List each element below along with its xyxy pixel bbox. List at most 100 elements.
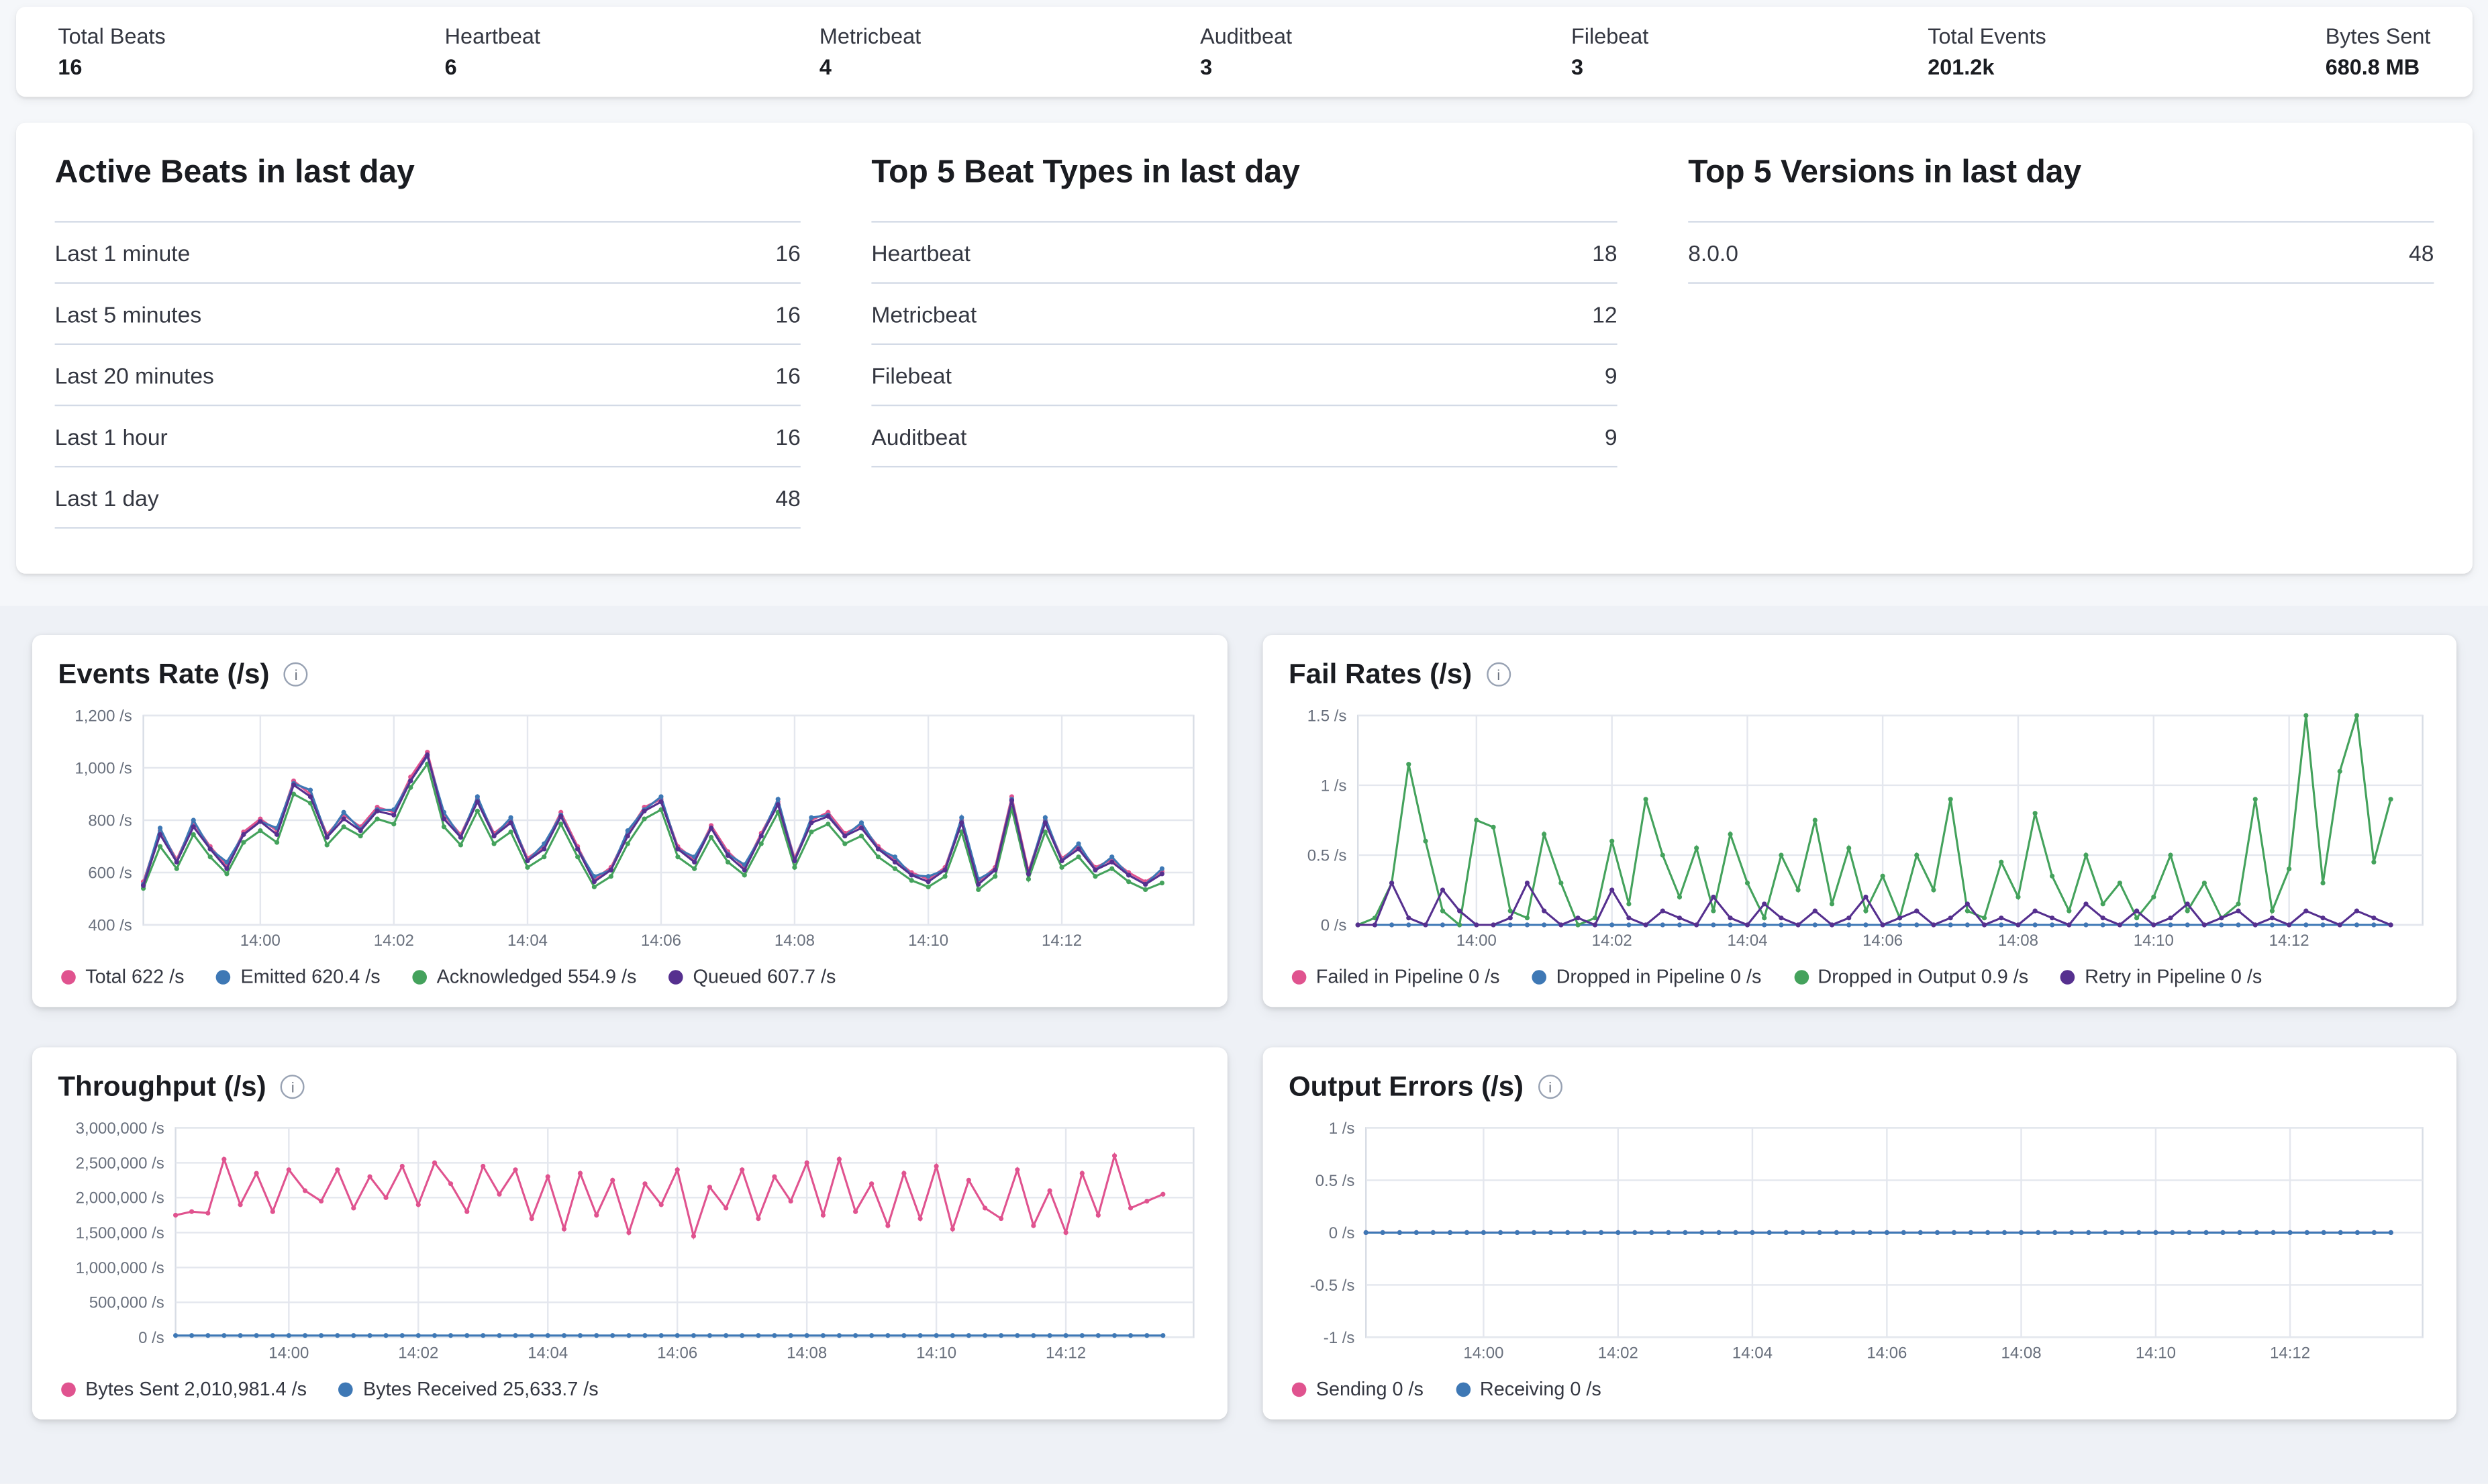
legend-label: Bytes Received 25,633.7 /s [363, 1377, 599, 1400]
stat-label: Total Events [1928, 24, 2046, 48]
stat-value: 680.8 MB [2326, 55, 2431, 79]
output-errors-plot[interactable]: -1 /s-0.5 /s0 /s0.5 /s1 /s14:0014:0214:0… [1289, 1120, 2431, 1365]
svg-text:14:00: 14:00 [240, 932, 281, 950]
stat-value: 3 [1200, 55, 1292, 79]
svg-text:600 /s: 600 /s [88, 864, 132, 882]
legend-item-dropped-in-output[interactable]: Dropped in Output 0.9 /s [1793, 965, 2028, 988]
svg-text:14:02: 14:02 [1592, 932, 1632, 950]
legend-label: Dropped in Output 0.9 /s [1818, 965, 2028, 988]
svg-text:14:04: 14:04 [528, 1344, 568, 1363]
svg-text:14:10: 14:10 [908, 932, 948, 950]
legend-item-dropped-in-pipeline[interactable]: Dropped in Pipeline 0 /s [1532, 965, 1762, 988]
legend-dot [61, 969, 76, 984]
legend-item-failed-in-pipeline[interactable]: Failed in Pipeline 0 /s [1292, 965, 1500, 988]
svg-text:0.5 /s: 0.5 /s [1315, 1172, 1355, 1190]
info-icon[interactable] [1538, 1075, 1562, 1099]
row-label: Last 1 minute [55, 240, 191, 265]
svg-text:14:04: 14:04 [1727, 932, 1767, 950]
legend-item-retry-in-pipeline[interactable]: Retry in Pipeline 0 /s [2060, 965, 2262, 988]
svg-text:14:04: 14:04 [507, 932, 548, 950]
svg-text:14:12: 14:12 [2269, 932, 2309, 950]
svg-text:14:08: 14:08 [1998, 932, 2038, 950]
info-icon[interactable] [281, 1075, 305, 1099]
svg-text:0 /s: 0 /s [1321, 916, 1347, 934]
svg-text:400 /s: 400 /s [88, 916, 132, 934]
stat-metricbeat: Metricbeat 4 [819, 24, 921, 79]
chart-card-throughput: Throughput (/s) 0 /s500,000 /s1,000,000 … [32, 1047, 1228, 1419]
svg-text:14:02: 14:02 [1598, 1344, 1638, 1363]
legend-item-acknowledged[interactable]: Acknowledged 554.9 /s [413, 965, 637, 988]
legend-item-total[interactable]: Total 622 /s [61, 965, 184, 988]
row-label: Metricbeat [871, 301, 977, 326]
panel-title: Active Beats in last day [55, 155, 801, 192]
svg-text:14:06: 14:06 [1867, 1344, 1907, 1363]
svg-text:14:02: 14:02 [398, 1344, 438, 1363]
row-label: Heartbeat [871, 240, 971, 265]
svg-text:14:06: 14:06 [1862, 932, 1903, 950]
legend-dot [1532, 969, 1547, 984]
legend-dot [2060, 969, 2075, 984]
legend-dot [1793, 969, 1808, 984]
legend-item-bytes-sent[interactable]: Bytes Sent 2,010,981.4 /s [61, 1377, 307, 1400]
row-value: 16 [775, 301, 800, 326]
legend-label: Bytes Sent 2,010,981.4 /s [85, 1377, 307, 1400]
legend-item-receiving[interactable]: Receiving 0 /s [1456, 1377, 1601, 1400]
legend-dot [1292, 969, 1307, 984]
svg-text:800 /s: 800 /s [88, 811, 132, 830]
chart-title: Output Errors (/s) [1289, 1070, 1524, 1103]
stat-label: Bytes Sent [2326, 24, 2431, 48]
svg-text:14:08: 14:08 [787, 1344, 827, 1363]
svg-text:14:12: 14:12 [2270, 1344, 2310, 1363]
legend-item-emitted[interactable]: Emitted 620.4 /s [217, 965, 381, 988]
svg-text:14:08: 14:08 [775, 932, 815, 950]
chart-legend: Failed in Pipeline 0 /s Dropped in Pipel… [1289, 956, 2431, 995]
summary-row: Heartbeat 18 [871, 223, 1617, 284]
stat-filebeat: Filebeat 3 [1571, 24, 1648, 79]
chart-title: Throughput (/s) [58, 1070, 266, 1103]
stat-value: 201.2k [1928, 55, 2046, 79]
svg-text:14:04: 14:04 [1732, 1344, 1773, 1363]
row-value: 18 [1592, 240, 1617, 265]
svg-text:14:00: 14:00 [1463, 1344, 1503, 1363]
stat-value: 4 [819, 55, 921, 79]
beats-monitoring-dashboard: Total Beats 16 Heartbeat 6 Metricbeat 4 … [0, 7, 2488, 1456]
legend-item-bytes-received[interactable]: Bytes Received 25,633.7 /s [339, 1377, 599, 1400]
svg-text:0 /s: 0 /s [1329, 1224, 1355, 1242]
info-icon[interactable] [1487, 662, 1511, 687]
legend-dot [668, 969, 683, 984]
stat-heartbeat: Heartbeat 6 [445, 24, 540, 79]
legend-label: Total 622 /s [85, 965, 184, 988]
svg-text:0 /s: 0 /s [138, 1329, 164, 1347]
events-rate-plot[interactable]: 400 /s600 /s800 /s1,000 /s1,200 /s14:001… [58, 707, 1201, 952]
legend-label: Acknowledged 554.9 /s [437, 965, 637, 988]
svg-text:14:02: 14:02 [374, 932, 414, 950]
svg-text:14:10: 14:10 [2136, 1344, 2176, 1363]
legend-dot [339, 1381, 354, 1396]
legend-dot [217, 969, 232, 984]
stat-label: Auditbeat [1200, 24, 1292, 48]
stat-label: Metricbeat [819, 24, 921, 48]
row-label: Last 20 minutes [55, 362, 214, 387]
legend-dot [1292, 1381, 1307, 1396]
chart-legend: Sending 0 /s Receiving 0 /s [1289, 1368, 2431, 1407]
legend-item-sending[interactable]: Sending 0 /s [1292, 1377, 1424, 1400]
panel-top-versions: Top 5 Versions in last day 8.0.0 48 [1688, 155, 2434, 529]
summary-row: Last 1 day 48 [55, 467, 801, 528]
svg-text:2,500,000 /s: 2,500,000 /s [76, 1154, 164, 1173]
svg-text:2,000,000 /s: 2,000,000 /s [76, 1189, 164, 1207]
info-icon[interactable] [284, 662, 308, 687]
stat-label: Filebeat [1571, 24, 1648, 48]
legend-item-queued[interactable]: Queued 607.7 /s [668, 965, 836, 988]
throughput-plot[interactable]: 0 /s500,000 /s1,000,000 /s1,500,000 /s2,… [58, 1120, 1201, 1365]
stat-total-events: Total Events 201.2k [1928, 24, 2046, 79]
svg-text:-0.5 /s: -0.5 /s [1310, 1277, 1355, 1295]
stat-value: 16 [58, 55, 165, 79]
summary-row: Last 1 hour 16 [55, 406, 801, 467]
summary-row: Last 20 minutes 16 [55, 345, 801, 406]
svg-text:1 /s: 1 /s [1329, 1120, 1355, 1137]
legend-label: Receiving 0 /s [1480, 1377, 1601, 1400]
svg-text:1.5 /s: 1.5 /s [1307, 707, 1347, 725]
chart-legend: Total 622 /s Emitted 620.4 /s Acknowledg… [58, 956, 1201, 995]
fail-rates-plot[interactable]: 0 /s0.5 /s1 /s1.5 /s14:0014:0214:0414:06… [1289, 707, 2431, 952]
charts-grid: Events Rate (/s) 400 /s600 /s800 /s1,000… [0, 606, 2488, 1484]
